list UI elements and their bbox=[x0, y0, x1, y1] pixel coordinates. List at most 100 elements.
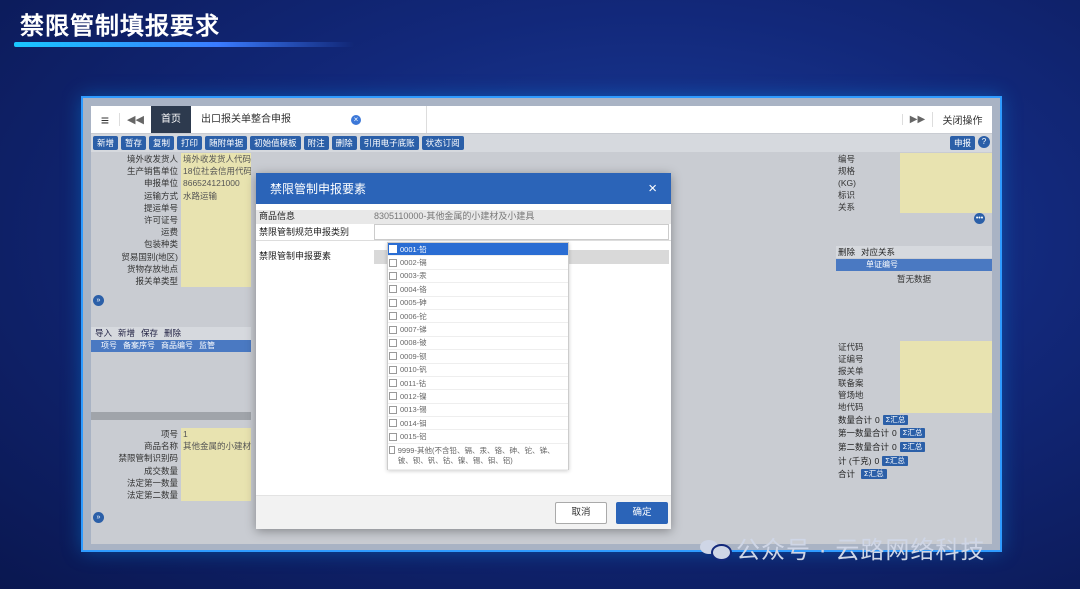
close-icon[interactable]: × bbox=[648, 180, 657, 197]
sum-button[interactable]: Σ汇总 bbox=[882, 414, 909, 425]
option-checkbox[interactable] bbox=[389, 325, 397, 334]
toolbar-button-3[interactable]: 打印 bbox=[177, 136, 203, 150]
header-field-value[interactable] bbox=[181, 226, 251, 239]
option-checkbox[interactable] bbox=[389, 312, 397, 321]
toolbar-button-8[interactable]: 引用电子底账 bbox=[359, 136, 419, 150]
header-field-value[interactable] bbox=[181, 250, 251, 263]
goods-field-value[interactable] bbox=[181, 452, 251, 465]
license-tab[interactable]: 删除 bbox=[838, 246, 855, 258]
toolbar-button-9[interactable]: 状态订阅 bbox=[421, 136, 464, 150]
option-checkbox[interactable] bbox=[389, 405, 397, 414]
dropdown-option[interactable]: 0006-铊 bbox=[388, 310, 568, 324]
right-field-value[interactable] bbox=[900, 189, 992, 201]
dropdown-option[interactable]: 0010-钒 bbox=[388, 364, 568, 377]
dropdown-option[interactable]: 0009-钡 bbox=[388, 350, 568, 364]
toolbar-button-2[interactable]: 复制 bbox=[149, 136, 175, 150]
right-detail-value[interactable] bbox=[900, 377, 992, 389]
toolbar-button-7[interactable]: 删除 bbox=[331, 136, 357, 150]
expand-icon[interactable]: » bbox=[93, 295, 104, 306]
toolbar-button-4[interactable]: 随附单据 bbox=[205, 136, 248, 150]
sum-button[interactable]: Σ汇总 bbox=[861, 469, 887, 480]
grid-action-0[interactable]: 导入 bbox=[95, 327, 112, 340]
option-checkbox[interactable] bbox=[389, 352, 397, 361]
dropdown-option[interactable]: 9999-其他(不含铅、镉、汞、铬、砷、铊、锑、铍、钡、钒、钴、镍、锡、钼、铝) bbox=[388, 444, 568, 470]
option-checkbox[interactable] bbox=[389, 298, 397, 307]
header-field-value[interactable]: 18位社会信用代码 bbox=[181, 165, 251, 178]
category-select[interactable] bbox=[374, 224, 669, 240]
option-checkbox[interactable] bbox=[389, 419, 397, 428]
right-detail-value[interactable] bbox=[900, 401, 992, 413]
sum-button[interactable]: Σ汇总 bbox=[899, 428, 926, 439]
right-field-value[interactable] bbox=[900, 165, 992, 177]
toolbar-button-1[interactable]: 暂存 bbox=[121, 136, 147, 150]
dropdown-option[interactable]: 0012-镍 bbox=[388, 390, 568, 404]
option-checkbox[interactable] bbox=[389, 258, 397, 267]
right-detail-label: 证编号 bbox=[838, 354, 864, 364]
next-tab-icon[interactable]: ▶▶ bbox=[902, 114, 932, 125]
sum-button[interactable]: Σ汇总 bbox=[882, 455, 908, 466]
dropdown-option[interactable]: 0003-汞 bbox=[388, 270, 568, 284]
dropdown-option[interactable]: 0013-锡 bbox=[388, 404, 568, 418]
header-field-value[interactable]: 866524121000 bbox=[181, 177, 251, 190]
right-detail-value[interactable] bbox=[900, 365, 992, 377]
prev-tab-icon[interactable]: ◀◀ bbox=[119, 113, 151, 126]
option-checkbox[interactable] bbox=[389, 338, 397, 347]
tab-export-declaration[interactable]: 出口报关单整合申报 × bbox=[191, 106, 427, 133]
grid-action-1[interactable]: 新增 bbox=[118, 327, 135, 340]
grid-action-2[interactable]: 保存 bbox=[141, 327, 158, 340]
dropdown-option[interactable]: 0002-镉 bbox=[388, 256, 568, 270]
menu-icon[interactable]: ≡ bbox=[91, 112, 119, 128]
declare-button[interactable]: 申报 bbox=[949, 136, 975, 150]
header-field-value[interactable]: 境外收发货人代码 bbox=[181, 153, 251, 166]
confirm-button[interactable]: 确定 bbox=[616, 502, 668, 524]
sum-button[interactable]: Σ汇总 bbox=[899, 441, 926, 452]
option-checkbox[interactable] bbox=[389, 445, 395, 454]
goods-field-value[interactable] bbox=[181, 476, 251, 489]
dropdown-option[interactable]: 0011-钴 bbox=[388, 377, 568, 391]
dropdown-option[interactable]: 0015-铝 bbox=[388, 430, 568, 444]
more-icon[interactable]: ••• bbox=[974, 213, 985, 224]
dropdown-option[interactable]: 0005-砷 bbox=[388, 297, 568, 310]
goods-field-value[interactable] bbox=[181, 464, 251, 477]
right-field-value[interactable] bbox=[900, 153, 992, 165]
right-field-value[interactable] bbox=[900, 201, 992, 213]
header-field-value[interactable] bbox=[181, 262, 251, 275]
dropdown-option[interactable]: 0001-铅 bbox=[388, 243, 568, 257]
dropdown-option[interactable]: 0014-钼 bbox=[388, 417, 568, 431]
header-field-value[interactable] bbox=[181, 238, 251, 251]
goods-field-value[interactable]: 其他金属的小建材 bbox=[181, 440, 251, 453]
right-detail-value[interactable] bbox=[900, 389, 992, 401]
dropdown-option[interactable]: 0008-铍 bbox=[388, 337, 568, 351]
toolbar-button-0[interactable]: 新增 bbox=[93, 136, 119, 150]
option-checkbox[interactable] bbox=[389, 379, 397, 388]
toolbar-button-5[interactable]: 初始值模板 bbox=[250, 136, 301, 150]
header-field-value[interactable] bbox=[181, 213, 251, 227]
option-checkbox[interactable] bbox=[389, 245, 397, 254]
header-field-value[interactable] bbox=[181, 201, 251, 214]
header-field-value[interactable] bbox=[181, 274, 251, 288]
option-checkbox[interactable] bbox=[389, 392, 397, 401]
grid-action-3[interactable]: 删除 bbox=[164, 327, 181, 340]
goods-field-value[interactable] bbox=[181, 488, 251, 502]
header-field-value[interactable]: 水路运输 bbox=[181, 189, 251, 202]
dropdown-option[interactable]: 0007-锑 bbox=[388, 323, 568, 337]
close-operations-button[interactable]: 关闭操作 bbox=[932, 112, 992, 127]
option-checkbox[interactable] bbox=[389, 432, 397, 441]
expand-icon-2[interactable]: » bbox=[93, 512, 104, 523]
close-tab-icon[interactable]: × bbox=[351, 114, 361, 125]
right-field-value[interactable] bbox=[900, 177, 992, 189]
dropdown-option[interactable]: 0004-铬 bbox=[388, 283, 568, 297]
grid-col-header: 项号 bbox=[101, 341, 117, 350]
tab-home[interactable]: 首页 bbox=[151, 106, 191, 133]
goods-field-value[interactable]: 1 bbox=[181, 428, 251, 441]
option-checkbox[interactable] bbox=[389, 271, 397, 280]
cancel-button[interactable]: 取消 bbox=[555, 502, 607, 524]
toolbar-button-6[interactable]: 附注 bbox=[303, 136, 329, 150]
right-detail-value[interactable] bbox=[900, 353, 992, 365]
right-detail-value[interactable] bbox=[900, 341, 992, 353]
help-icon[interactable]: ? bbox=[978, 136, 990, 148]
license-tab[interactable]: 对应关系 bbox=[861, 246, 895, 258]
option-checkbox[interactable] bbox=[389, 365, 397, 374]
horizontal-scrollbar[interactable] bbox=[91, 412, 251, 420]
option-checkbox[interactable] bbox=[389, 285, 397, 294]
